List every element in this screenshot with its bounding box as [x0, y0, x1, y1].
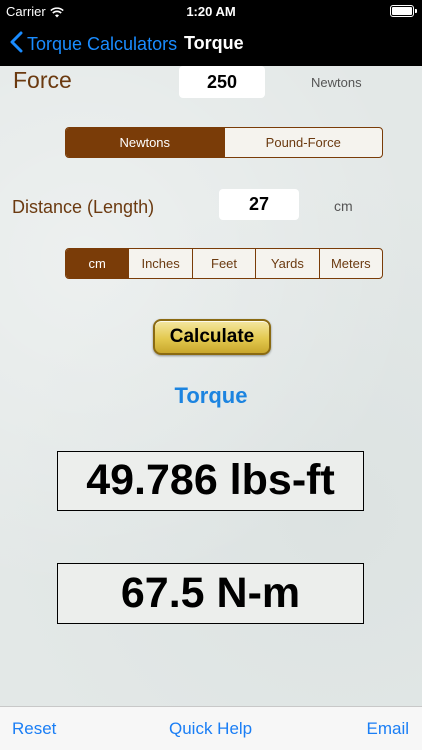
torque-heading: Torque — [174, 383, 248, 408]
reset-button[interactable]: Reset — [12, 719, 56, 739]
distance-unit-yards[interactable]: Yards — [255, 249, 318, 278]
distance-unit-inches[interactable]: Inches — [128, 249, 191, 278]
result-lbs-ft: 49.786 lbs-ft — [57, 451, 364, 511]
distance-input[interactable]: 27 — [219, 189, 299, 220]
force-input[interactable]: 250 — [179, 66, 265, 98]
distance-unit-feet[interactable]: Feet — [191, 249, 255, 278]
bottom-toolbar: Reset Quick Help Email — [0, 706, 422, 750]
force-unit-label: Newtons — [311, 75, 362, 90]
battery-icon — [390, 5, 417, 17]
chevron-left-icon — [10, 31, 23, 58]
force-unit-pound-force[interactable]: Pound-Force — [223, 128, 383, 157]
distance-unit-cm[interactable]: cm — [66, 249, 129, 278]
back-button-label: Torque Calculators — [27, 34, 178, 54]
status-time: 1:20 AM — [186, 4, 236, 19]
distance-unit-meters[interactable]: Meters — [318, 249, 382, 278]
email-button[interactable]: Email — [366, 719, 409, 739]
quick-help-button[interactable]: Quick Help — [169, 719, 252, 739]
distance-unit-label: cm — [334, 198, 353, 214]
distance-unit-selector: cm Inches Feet Yards Meters — [65, 248, 383, 279]
distance-label: Distance (Length) — [12, 197, 155, 217]
nav-bar: Torque Calculators Torque — [0, 22, 422, 66]
status-bar: Carrier 1:20 AM — [0, 0, 422, 22]
force-label: Force — [13, 67, 72, 93]
result-n-m: 67.5 N-m — [57, 563, 364, 624]
force-unit-newtons[interactable]: Newtons — [66, 128, 224, 157]
force-unit-selector: Newtons Pound-Force — [65, 127, 383, 158]
page-title: Torque — [184, 33, 244, 53]
back-button[interactable]: Torque Calculators — [10, 31, 177, 58]
calculate-button[interactable]: Calculate — [153, 319, 271, 355]
